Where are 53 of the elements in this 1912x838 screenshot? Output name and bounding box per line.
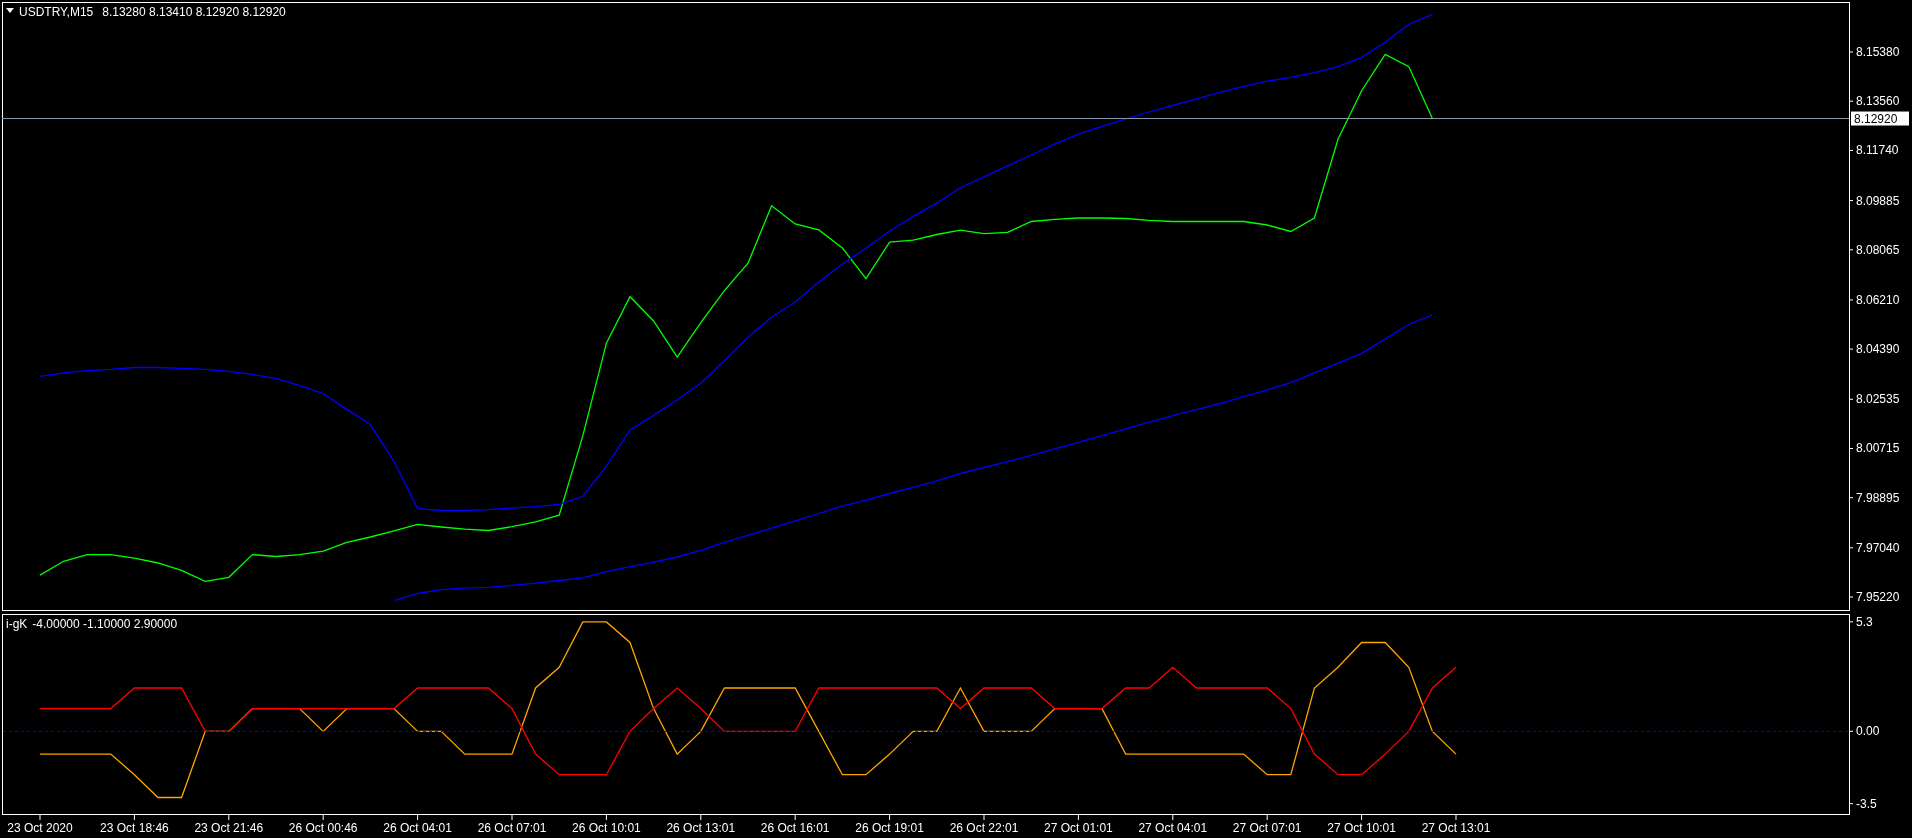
time-scale-label: 23 Oct 21:46 — [194, 821, 264, 835]
price-scale-label: 8.06210 — [1848, 292, 1900, 307]
time-scale-label: 26 Oct 19:01 — [855, 821, 924, 835]
time-scale-label: 23 Oct 18:46 — [100, 821, 169, 835]
price-scale-label: 8.08065 — [1848, 242, 1900, 257]
y-tick-label: 7.98895 — [1856, 490, 1900, 505]
time-scale-label: 26 Oct 10:01 — [572, 821, 641, 835]
price-scale-label: 5.3 — [1848, 614, 1873, 629]
y-tick-label: 5.3 — [1856, 614, 1874, 629]
time-scale-label: 26 Oct 07:01 — [477, 821, 547, 835]
time-scale-label: 26 Oct 04:01 — [383, 821, 452, 835]
price-scale-label: 8.11740 — [1848, 143, 1899, 158]
time-scale-label: 26 Oct 22:01 — [949, 821, 1019, 835]
y-tick-label: 8.00715 — [1856, 441, 1900, 456]
time-scale-label: 27 Oct 07:01 — [1232, 821, 1302, 835]
y-tick-label: 8.13560 — [1856, 94, 1900, 109]
price-scale-label: 7.95220 — [1848, 590, 1900, 604]
y-tick-label: 8.09885 — [1856, 193, 1900, 208]
time-scale-label: 23 Oct 2020 — [7, 821, 73, 835]
y-tick-label: 8.06210 — [1856, 292, 1900, 307]
y-tick-label: 0.00 — [1856, 724, 1880, 739]
chart-symbol: USDTRY,M15 — [19, 5, 94, 19]
ref-line-label: 8.12920 — [1854, 111, 1898, 126]
price-scale-label: 8.04390 — [1848, 342, 1900, 357]
y-tick-label: 7.97040 — [1856, 540, 1900, 555]
y-tick-label: 8.08065 — [1856, 242, 1900, 257]
time-scale-label: 26 Oct 13:01 — [666, 821, 736, 835]
price-scale-label: 8.13560 — [1848, 94, 1900, 109]
price-scale-label: -3.5 — [1848, 796, 1877, 811]
caret-down-icon[interactable] — [6, 8, 14, 13]
time-scale-label: 27 Oct 01:01 — [1044, 821, 1113, 835]
price-scale-label: 8.00715 — [1848, 441, 1900, 456]
time-scale-label: 27 Oct 10:01 — [1327, 821, 1396, 835]
time-scale-label: 27 Oct 13:01 — [1421, 821, 1491, 835]
y-tick-label: 8.04390 — [1856, 342, 1900, 357]
price-scale-label: 8.09885 — [1848, 193, 1900, 208]
y-tick-label: -3.5 — [1856, 796, 1877, 811]
price-scale-label: 8.02535 — [1848, 392, 1900, 407]
price-scale-label: 0.00 — [1848, 724, 1880, 739]
price-scale-label: 8.15380 — [1848, 45, 1900, 59]
indicator-values: -4.00000 -1.10000 2.90000 — [32, 617, 178, 631]
time-scale-label: 26 Oct 00:46 — [288, 821, 358, 835]
price-scale-label: 7.98895 — [1848, 490, 1900, 505]
time-scale-label: 27 Oct 04:01 — [1138, 821, 1208, 835]
time-scale-label: 26 Oct 16:01 — [760, 821, 830, 835]
chart-quote: 8.13280 8.13410 8.12920 8.12920 — [102, 5, 286, 19]
y-tick-label: 8.02535 — [1856, 392, 1900, 407]
current-price-label: 8.12920 — [1851, 111, 1909, 126]
indicator-name: i-gK — [6, 617, 28, 631]
y-tick-label: 7.95220 — [1856, 590, 1900, 605]
y-tick-label: 8.11740 — [1856, 143, 1899, 158]
price-scale-label: 7.97040 — [1848, 540, 1900, 555]
y-tick-label: 8.15380 — [1856, 45, 1900, 60]
